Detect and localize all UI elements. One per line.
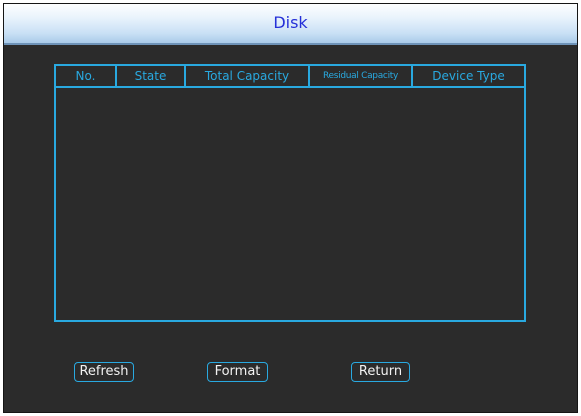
column-header-state: State bbox=[117, 66, 186, 86]
format-button[interactable]: Format bbox=[207, 362, 268, 382]
refresh-button[interactable]: Refresh bbox=[74, 362, 134, 382]
disk-table: No. State Total Capacity Residual Capaci… bbox=[54, 64, 526, 322]
disk-dialog: Disk No. State Total Capacity Residual C… bbox=[3, 3, 578, 413]
column-header-residual-capacity: Residual Capacity bbox=[310, 66, 413, 86]
table-body[interactable] bbox=[56, 88, 524, 320]
column-header-no: No. bbox=[56, 66, 117, 86]
dialog-title: Disk bbox=[273, 13, 308, 32]
column-header-device-type: Device Type bbox=[432, 69, 505, 83]
column-header-total-capacity: Total Capacity bbox=[186, 66, 310, 86]
title-bar: Disk bbox=[4, 4, 577, 45]
return-button[interactable]: Return bbox=[351, 362, 410, 382]
table-header: No. State Total Capacity Residual Capaci… bbox=[56, 66, 524, 88]
